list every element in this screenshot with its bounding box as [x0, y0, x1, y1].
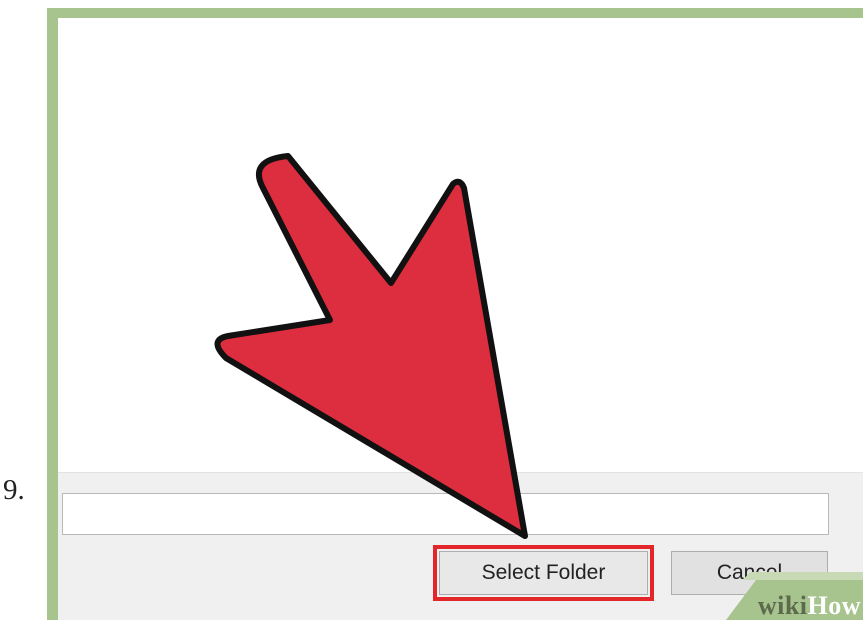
watermark-how-text: How: [807, 591, 861, 620]
step-number: 9.: [3, 474, 25, 506]
wikihow-watermark: wikiHow: [698, 572, 863, 620]
screenshot-frame: Select Folder Cancel wikiHow: [47, 8, 863, 620]
folder-picker-dialog: Select Folder Cancel wikiHow: [58, 18, 863, 620]
instruction-step: 9. Select Folder Cancel wikiHow: [0, 0, 863, 620]
watermark-wiki-text: wiki: [757, 591, 808, 620]
pointer-arrow-icon: [214, 153, 528, 539]
